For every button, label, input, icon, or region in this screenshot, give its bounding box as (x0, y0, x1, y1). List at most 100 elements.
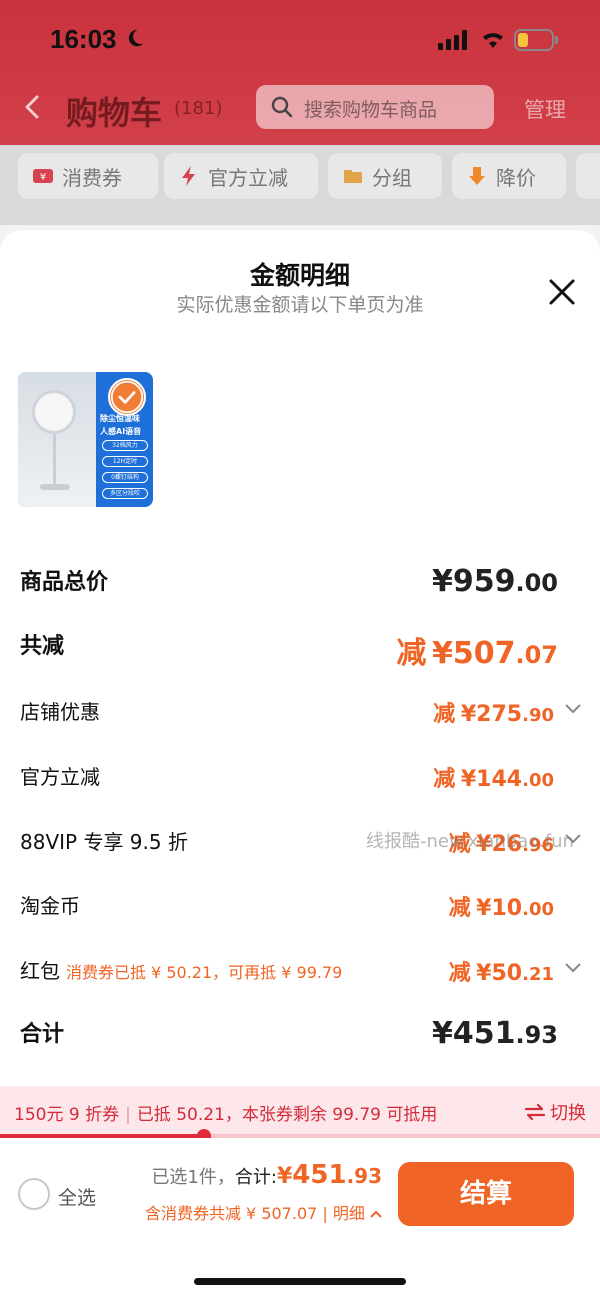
switch-coupon-button[interactable]: 切换 (524, 1099, 586, 1125)
red-packet-int: 50 (491, 961, 523, 986)
coins-int: 10 (491, 896, 523, 921)
total-off-value: 减 ¥507.07 (396, 628, 558, 672)
checkout-total-label: 合计: (234, 1167, 277, 1188)
total-off-int: 507 (452, 636, 516, 671)
thumb-line-2: 人感AI语音 (100, 427, 142, 436)
close-icon[interactable] (548, 278, 576, 306)
thumb-pill-1: 32档风力 (102, 440, 148, 451)
discount-note: 含消费券共减 ¥ 507.07 (144, 1204, 318, 1223)
red-packet-cur: ¥ (476, 961, 492, 986)
signal-icon (438, 30, 467, 50)
chevron-down-icon[interactable] (564, 961, 582, 975)
shop-discount-dec: .90 (522, 705, 554, 726)
coins-dec: .00 (522, 899, 554, 920)
search-placeholder: 搜索购物车商品 (304, 99, 438, 121)
goods-total-cur: ¥ (431, 564, 453, 599)
checkout-bar: 全选 已选1件，合计:¥451.93 含消费券共减 ¥ 507.07 | 明细 … (0, 1138, 600, 1298)
coins-cur: ¥ (476, 896, 492, 921)
selected-count: 已选1件， (151, 1167, 235, 1188)
goods-total-int: 959 (452, 564, 516, 599)
red-packet-dec: .21 (522, 964, 554, 985)
total-cur: ¥ (431, 1016, 453, 1051)
swap-icon (524, 1103, 546, 1121)
chip-coupon-label: 消费券 (62, 165, 122, 190)
total-int: 451 (452, 1016, 516, 1051)
fan-head-shape (32, 390, 76, 434)
selected-check-icon (108, 378, 146, 416)
detail-link[interactable]: 明细 (333, 1204, 382, 1223)
checkout-discount-line: 含消费券共减 ¥ 507.07 | 明细 (145, 1200, 382, 1224)
official-off-cur: ¥ (460, 767, 477, 792)
row-total: 合计 ¥451.93 (20, 1016, 584, 1056)
chip-group[interactable]: 分组 (328, 153, 442, 199)
select-all-radio[interactable] (18, 1178, 50, 1210)
total-label: 合计 (20, 1022, 65, 1047)
row-official-off: 官方立减 减 ¥144.00 (20, 761, 584, 801)
total-off-prefix: 减 (396, 636, 427, 671)
manage-link[interactable]: 管理 (524, 94, 566, 124)
checkout-total-int: 451 (292, 1160, 347, 1190)
sheet-title: 金额明细 (249, 261, 350, 290)
chip-official-off-label: 官方立减 (208, 165, 288, 190)
chip-price-drop[interactable]: 降价 (452, 153, 566, 199)
total-off-dec: .07 (515, 641, 558, 669)
thumb-pill-4: 多区分段吹 (102, 488, 148, 499)
official-off-int: 144 (476, 767, 523, 792)
coupon-name: 150元 9 折券 (14, 1105, 120, 1125)
search-input[interactable]: 搜索购物车商品 (256, 85, 494, 129)
sheet-subtitle: 实际优惠金额请以下单页为准 (176, 294, 424, 316)
total-off-cur: ¥ (431, 636, 453, 671)
lightning-icon (182, 166, 195, 186)
red-packet-prefix: 减 (448, 961, 471, 986)
row-shop-discount[interactable]: 店铺优惠 减 ¥275.90 (20, 696, 584, 736)
folder-icon (344, 170, 362, 183)
checkout-total-dec: .93 (346, 1164, 382, 1188)
coupon-text: 150元 9 折券 | 已抵 50.21，本张券剩余 99.79 可抵用 (14, 1100, 437, 1125)
nav-bar: 购物车 (181) 搜索购物车商品 管理 (0, 80, 600, 140)
shop-discount-cur: ¥ (460, 702, 477, 727)
coupon-used: 已抵 50.21，本张券剩余 99.79 可抵用 (136, 1105, 438, 1125)
fan-pole-shape (53, 434, 56, 486)
filter-chip-row: ¥ 消费券 官方立减 分组 降价 (0, 145, 600, 225)
official-off-label: 官方立减 (20, 765, 100, 789)
goods-total-label: 商品总价 (20, 570, 109, 595)
red-packet-value: 减 ¥50.21 (449, 955, 554, 987)
select-all-label[interactable]: 全选 (58, 1183, 96, 1210)
switch-label: 切换 (550, 1103, 586, 1124)
coins-prefix: 减 (448, 896, 471, 921)
checkout-button[interactable]: 结算 (398, 1162, 574, 1226)
coupon-separator: | (125, 1105, 131, 1125)
row-total-off: 共减 减 ¥507.07 (20, 628, 584, 671)
svg-text:¥: ¥ (40, 172, 46, 183)
checkout-total-cur: ¥ (276, 1164, 293, 1189)
back-arrow-icon[interactable] (18, 92, 48, 122)
chevron-down-icon[interactable] (564, 702, 582, 716)
coins-label: 淘金币 (20, 894, 80, 918)
wifi-icon (483, 33, 503, 48)
goods-total-dec: .00 (515, 569, 558, 597)
chip-more[interactable] (576, 153, 600, 199)
fan-base-shape (40, 484, 70, 490)
goods-total-value: ¥959.00 (432, 564, 558, 599)
status-time: 16:03 (50, 24, 117, 54)
red-packet-note: 消费券已抵 ¥ 50.21，可再抵 ¥ 99.79 (66, 963, 343, 982)
shop-discount-prefix: 减 (433, 702, 456, 727)
row-coins: 淘金币 减 ¥10.00 (20, 890, 584, 930)
thumb-pill-3: 0螺钉结构 (102, 472, 148, 483)
total-dec: .93 (515, 1021, 558, 1049)
home-indicator (194, 1278, 406, 1285)
chip-coupon[interactable]: ¥ 消费券 (18, 153, 158, 199)
chip-official-off[interactable]: 官方立减 (164, 153, 318, 199)
row-goods-total: 商品总价 ¥959.00 (20, 564, 584, 604)
shop-discount-value: 减 ¥275.90 (433, 696, 554, 728)
row-red-packet[interactable]: 红包 消费券已抵 ¥ 50.21，可再抵 ¥ 99.79 减 ¥50.21 (20, 955, 584, 995)
chevron-up-icon (370, 1210, 382, 1218)
discount-separator: | (322, 1204, 328, 1223)
thumb-pill-2: 12H定时 (102, 456, 148, 467)
official-off-value: 减 ¥144.00 (433, 761, 554, 793)
status-bar: 16:03 (0, 0, 600, 80)
battery-icon (514, 29, 558, 51)
total-value: ¥451.93 (432, 1016, 558, 1051)
shop-discount-label: 店铺优惠 (20, 700, 100, 724)
shop-discount-int: 275 (476, 702, 523, 727)
